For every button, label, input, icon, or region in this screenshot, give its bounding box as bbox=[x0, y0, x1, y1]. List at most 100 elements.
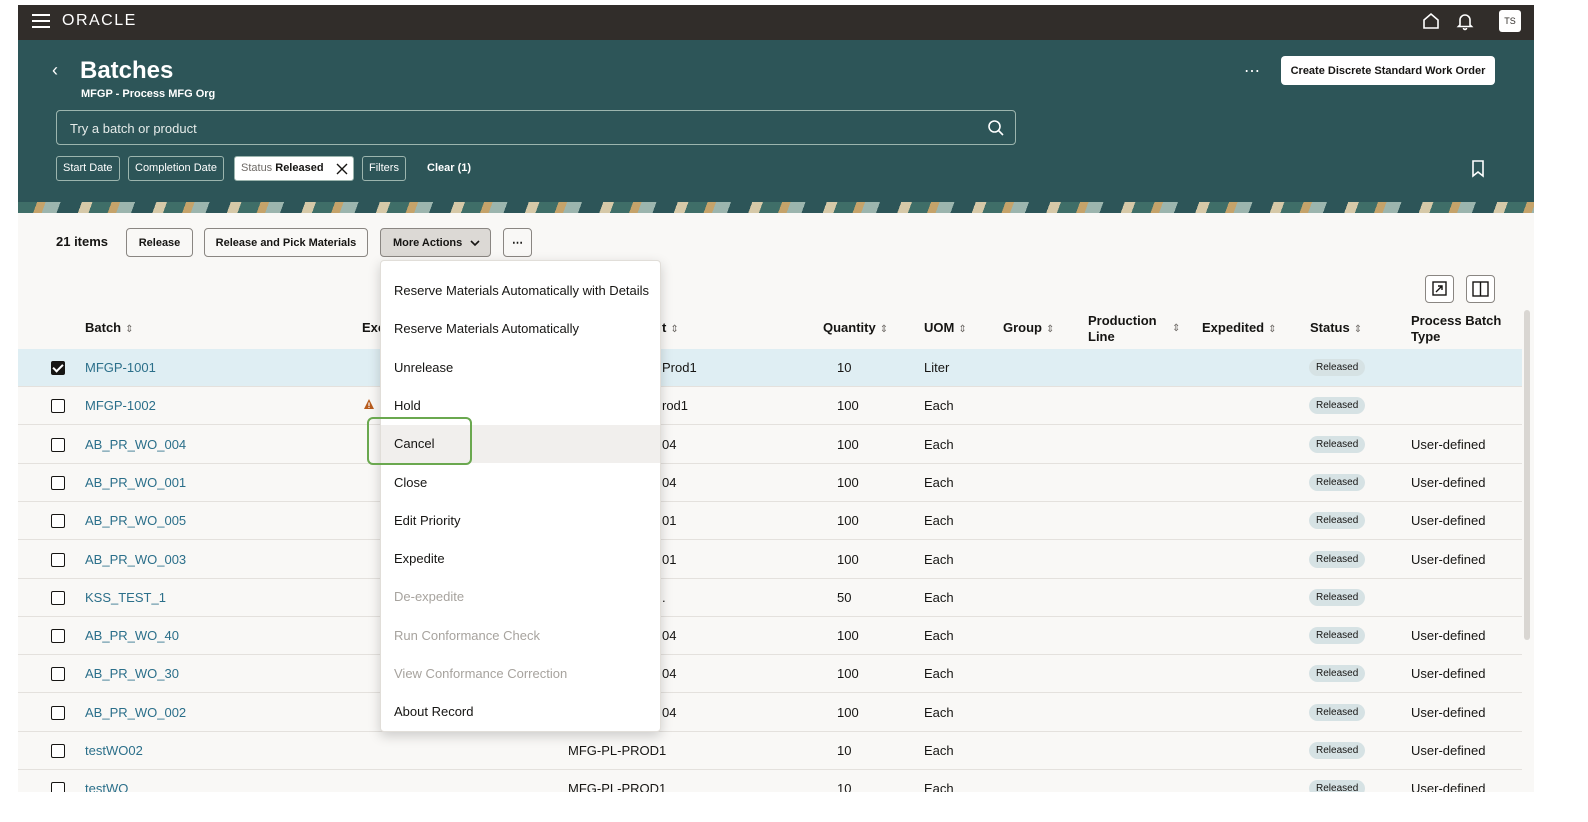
menu-item-unrelease[interactable]: Unrelease bbox=[381, 349, 660, 387]
product-cell: . bbox=[662, 589, 666, 605]
batch-link[interactable]: AB_PR_WO_004 bbox=[85, 437, 186, 452]
status-filter-value: Released bbox=[275, 162, 324, 174]
column-header-production-line[interactable]: Production Line ⇕ bbox=[1088, 313, 1180, 345]
menu-item-close[interactable]: Close bbox=[381, 464, 660, 502]
row-checkbox[interactable] bbox=[51, 361, 65, 375]
process-batch-type-cell: User-defined bbox=[1411, 551, 1486, 567]
home-icon[interactable] bbox=[1421, 11, 1441, 31]
column-header-status[interactable]: Status ⇕ bbox=[1310, 320, 1362, 338]
start-date-filter[interactable]: Start Date bbox=[56, 156, 120, 181]
release-pick-button[interactable]: Release and Pick Materials bbox=[204, 228, 368, 257]
table-row[interactable]: testWO02 MFG-PL-PROD1 10 Each Released User-d… bbox=[18, 732, 1522, 770]
batch-header-label: Batch bbox=[85, 320, 122, 335]
table-row[interactable]: AB_PR_WO_004 04 100 Each Released User-define… bbox=[18, 426, 1522, 464]
toolbar-overflow-button[interactable]: ⋯ bbox=[503, 228, 532, 257]
menu-item-edit-priority[interactable]: Edit Priority bbox=[381, 502, 660, 540]
row-checkbox[interactable] bbox=[51, 437, 65, 452]
more-actions-button[interactable]: More Actions bbox=[380, 228, 491, 257]
menu-item-cancel[interactable]: Cancel bbox=[381, 425, 660, 464]
release-button[interactable]: Release bbox=[126, 228, 193, 257]
status-badge: Released bbox=[1309, 397, 1366, 415]
table-row[interactable]: MFGP-1002 rod1 100 Each Released bbox=[18, 387, 1522, 426]
back-icon[interactable]: ‹ bbox=[52, 60, 58, 81]
uom-cell: Each bbox=[924, 743, 954, 758]
menu-item-about-record[interactable]: About Record bbox=[381, 693, 660, 731]
row-checkbox[interactable] bbox=[51, 552, 65, 567]
row-checkbox[interactable] bbox=[51, 399, 65, 414]
table-row[interactable]: AB_PR_WO_30 04 100 Each Released User-defined bbox=[18, 655, 1522, 694]
completion-date-filter[interactable]: Completion Date bbox=[128, 156, 224, 181]
batch-link[interactable]: AB_PR_WO_001 bbox=[85, 475, 186, 490]
batch-link[interactable]: AB_PR_WO_40 bbox=[85, 628, 179, 643]
row-checkbox[interactable] bbox=[51, 514, 65, 529]
more-options-icon[interactable]: ⋯ bbox=[1244, 61, 1261, 81]
column-header-product[interactable]: t ⇕ bbox=[662, 320, 679, 338]
quantity-cell: 100 bbox=[837, 551, 859, 567]
close-icon[interactable] bbox=[336, 163, 348, 175]
table-row[interactable]: MFGP-1001 Prod1 10 Liter Released bbox=[18, 349, 1522, 387]
menu-item-hold[interactable]: Hold bbox=[381, 387, 660, 425]
search-input[interactable]: Try a batch or product bbox=[56, 110, 1016, 145]
app-frame: ORACLE TS ‹ Batches MFGP - Process MFG O… bbox=[18, 5, 1534, 792]
production-line-header-label-2: Line bbox=[1088, 329, 1115, 344]
bookmark-icon[interactable] bbox=[1471, 160, 1485, 178]
column-header-expedited[interactable]: Expedited ⇕ bbox=[1202, 320, 1277, 338]
status-filter-label: Status bbox=[241, 162, 273, 174]
menu-item-reserve-materials-automatically[interactable]: Reserve Materials Automatically bbox=[381, 310, 660, 348]
batch-link[interactable]: MFGP-1002 bbox=[85, 398, 156, 413]
search-icon[interactable] bbox=[987, 119, 1005, 137]
product-cell: 04 bbox=[662, 704, 677, 720]
row-checkbox[interactable] bbox=[51, 705, 65, 720]
chevron-down-icon bbox=[470, 240, 480, 247]
quantity-header-label: Quantity bbox=[823, 320, 876, 335]
notifications-icon[interactable] bbox=[1455, 11, 1475, 31]
batch-link[interactable]: KSS_TEST_1 bbox=[85, 590, 166, 605]
table-row[interactable]: AB_PR_WO_002 04 100 Each Released User-define… bbox=[18, 694, 1522, 732]
quantity-cell: 50 bbox=[837, 589, 852, 605]
columns-icon[interactable] bbox=[1466, 275, 1495, 303]
sort-icon: ⇕ bbox=[1172, 323, 1181, 334]
uom-cell: Each bbox=[924, 436, 954, 452]
table-row[interactable]: AB_PR_WO_005 01 100 Each Released User-define… bbox=[18, 502, 1522, 541]
status-badge: Released bbox=[1309, 550, 1366, 568]
menu-icon[interactable] bbox=[32, 14, 50, 28]
batch-link[interactable]: testWO bbox=[85, 781, 128, 792]
column-header-uom[interactable]: UOM ⇕ bbox=[924, 320, 967, 338]
table-row[interactable]: AB_PR_WO_001 04 100 Each Released User-define… bbox=[18, 464, 1522, 502]
detach-icon[interactable] bbox=[1425, 275, 1454, 303]
clear-filters-link[interactable]: Clear (1) bbox=[427, 162, 471, 174]
batch-link[interactable]: AB_PR_WO_30 bbox=[85, 666, 179, 681]
table-row[interactable]: AB_PR_WO_40 04 100 Each Released User-defined bbox=[18, 617, 1522, 656]
process-batch-type-header-label-2: Type bbox=[1411, 329, 1441, 344]
menu-item-de-expedite: De-expedite bbox=[394, 589, 465, 605]
table-row[interactable]: KSS_TEST_1. 50 Each Released bbox=[18, 579, 1522, 617]
column-header-batch[interactable]: Batch ⇕ bbox=[85, 320, 134, 338]
vertical-scrollbar[interactable] bbox=[1524, 310, 1530, 640]
batch-link[interactable]: AB_PR_WO_005 bbox=[85, 513, 186, 528]
batch-link[interactable]: AB_PR_WO_003 bbox=[85, 552, 186, 567]
row-checkbox[interactable] bbox=[51, 590, 65, 605]
batch-link[interactable]: testWO02 bbox=[85, 743, 143, 758]
batch-link[interactable]: MFGP-1001 bbox=[85, 360, 156, 375]
quantity-cell: 100 bbox=[837, 628, 859, 644]
row-checkbox[interactable] bbox=[51, 744, 65, 758]
column-header-group[interactable]: Group ⇕ bbox=[1003, 320, 1054, 338]
menu-item-expedite[interactable]: Expedite bbox=[381, 540, 660, 578]
product-header-label: t bbox=[662, 320, 667, 335]
table-row[interactable]: AB_PR_WO_003 01 100 Each Released User-define… bbox=[18, 541, 1522, 579]
column-header-quantity[interactable]: Quantity ⇕ bbox=[823, 320, 888, 338]
row-checkbox[interactable] bbox=[51, 667, 65, 682]
menu-item-reserve-materials-automatically-with-details[interactable]: Reserve Materials Automatically with Det… bbox=[381, 272, 660, 310]
oracle-logo: ORACLE bbox=[62, 12, 137, 29]
create-work-order-button[interactable]: Create Discrete Standard Work Order bbox=[1281, 56, 1495, 85]
table-row[interactable]: testWO MFG-PL-PROD1 10 Each Released User-def… bbox=[18, 770, 1522, 792]
batch-link[interactable]: AB_PR_WO_002 bbox=[85, 705, 186, 720]
row-checkbox[interactable] bbox=[51, 782, 65, 792]
row-checkbox[interactable] bbox=[51, 475, 65, 490]
status-filter-chip[interactable]: Status Released bbox=[234, 156, 354, 181]
row-checkbox[interactable] bbox=[51, 629, 65, 644]
filters-button[interactable]: Filters bbox=[362, 156, 406, 181]
column-header-process-batch-type[interactable]: Process Batch Type bbox=[1411, 313, 1501, 345]
user-avatar[interactable]: TS bbox=[1499, 10, 1521, 32]
status-badge: Released bbox=[1309, 742, 1366, 759]
